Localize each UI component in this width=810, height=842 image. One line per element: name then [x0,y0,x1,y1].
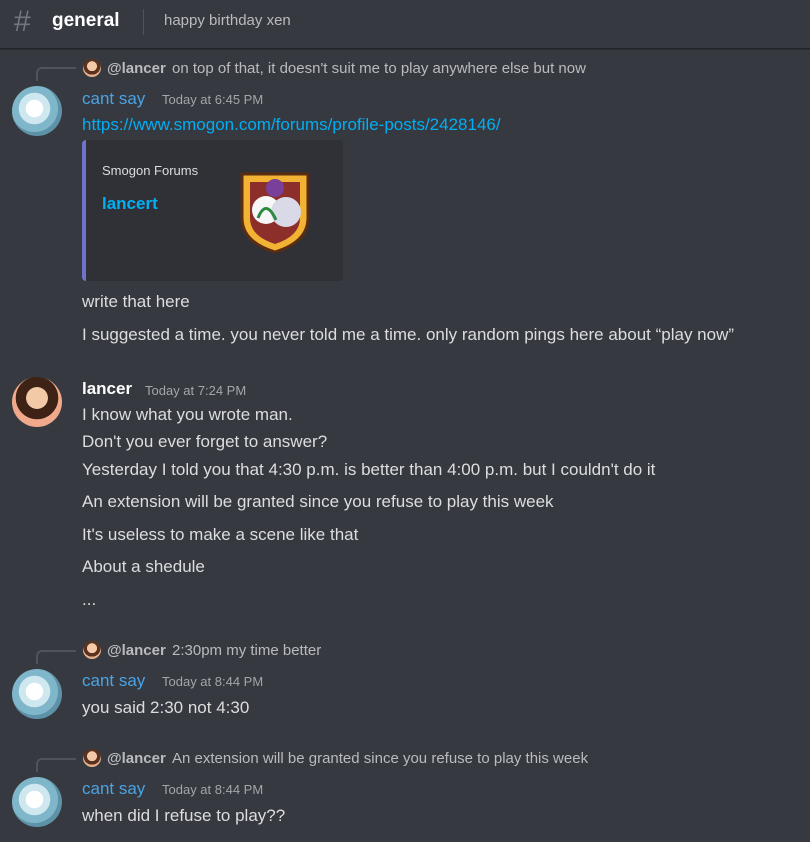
reply-author[interactable]: @lancer [107,60,166,77]
reply-spine [36,758,76,772]
message-timestamp[interactable]: Today at 8:44 PM [162,782,263,797]
message-line: ... [82,590,97,609]
message-line: when did I refuse to play?? [82,806,286,825]
message-line: An extension will be granted since you r… [82,492,554,511]
message-timestamp[interactable]: Today at 6:45 PM [162,92,263,107]
avatar[interactable] [12,86,62,136]
reply-avatar[interactable] [83,641,101,659]
hash-icon: # [14,5,31,38]
reply-spine [36,650,76,664]
message-line: write that here [82,292,190,311]
reply-author[interactable]: @lancer [107,750,166,767]
reply-avatar[interactable] [83,749,101,767]
message-timestamp[interactable]: Today at 8:44 PM [162,674,263,689]
embed-thumbnail-shield-icon[interactable] [236,168,314,254]
message-line: About a shedule [82,557,205,576]
message-line: Yesterday I told you that 4:30 p.m. is b… [82,460,656,479]
avatar[interactable] [12,669,62,719]
reply-author[interactable]: @lancer [107,642,166,659]
message-line: I suggested a time. you never told me a … [82,325,735,344]
avatar[interactable] [12,777,62,827]
channel-name[interactable]: general [52,10,120,32]
embed-title[interactable]: lancert [102,194,158,214]
message-author[interactable]: cant say [82,671,145,691]
message-line: Don't you ever forget to answer? [82,432,328,451]
message-author[interactable]: cant say [82,779,145,799]
reply-spine [36,67,76,81]
message-link[interactable]: https://www.smogon.com/forums/profile-po… [82,115,501,135]
message-author[interactable]: cant say [82,89,145,109]
message-line: It's useless to make a scene like that [82,525,359,544]
link-embed: Smogon Forums lancert [82,140,343,281]
message-line: you said 2:30 not 4:30 [82,698,250,717]
channel-topic[interactable]: happy birthday xen [164,12,291,29]
message-line: I know what you wrote man. [82,405,293,424]
reply-text[interactable]: 2:30pm my time better [172,642,321,659]
message-timestamp[interactable]: Today at 7:24 PM [145,383,246,398]
embed-provider[interactable]: Smogon Forums [102,163,198,178]
avatar[interactable] [12,377,62,427]
reply-avatar[interactable] [83,59,101,77]
reply-text[interactable]: An extension will be granted since you r… [172,750,588,767]
message-author[interactable]: lancer [82,379,132,399]
channel-header: # general happy birthday xen [0,0,810,49]
reply-text[interactable]: on top of that, it doesn't suit me to pl… [172,60,586,77]
header-divider [143,9,144,35]
